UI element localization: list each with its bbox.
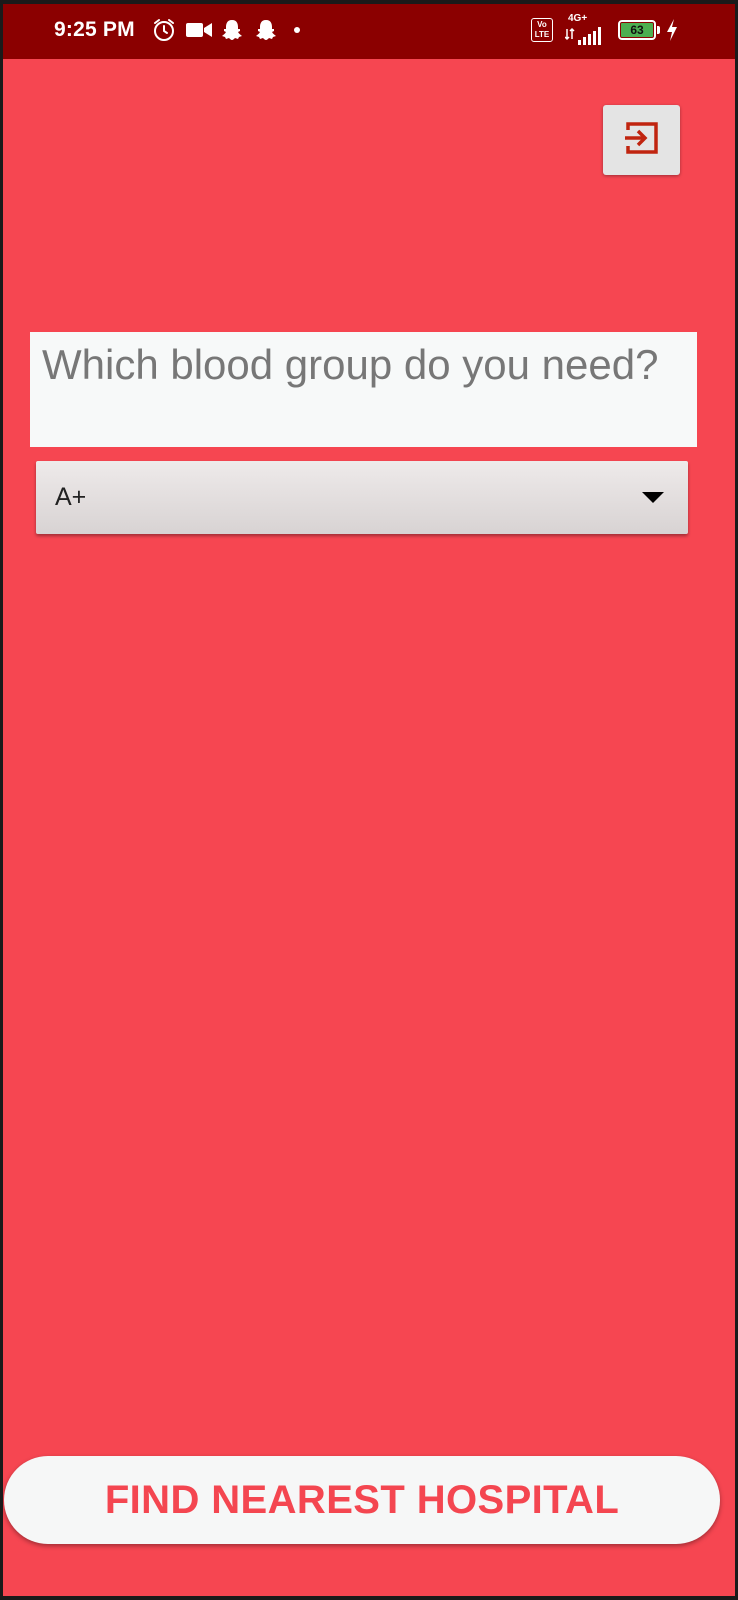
battery-cap (657, 26, 660, 34)
status-time: 9:25 PM (54, 18, 135, 41)
notification-dot-icon (293, 16, 301, 44)
status-bar: 9:25 PM Vo LTE 4G+ 63 (3, 4, 735, 59)
charging-icon (665, 16, 679, 44)
find-nearest-hospital-button[interactable]: FIND NEAREST HOSPITAL (4, 1456, 720, 1544)
snapchat-icon (220, 16, 244, 44)
alarm-icon (151, 16, 177, 44)
app-screen: 9:25 PM Vo LTE 4G+ 63 Which blood group … (3, 4, 735, 1596)
signal-icon (565, 22, 605, 50)
blood-group-dropdown[interactable]: A+ (36, 461, 688, 534)
snapchat-icon (254, 16, 278, 44)
battery-level: 63 (621, 23, 653, 37)
volte-icon: Vo LTE (531, 18, 553, 42)
dropdown-arrow-icon (642, 492, 664, 503)
battery-icon: 63 (618, 20, 656, 40)
blood-group-question: Which blood group do you need? (30, 332, 697, 447)
logout-button[interactable] (603, 105, 680, 175)
logout-icon (623, 120, 661, 160)
blood-group-selected: A+ (55, 483, 87, 511)
video-camera-icon (185, 16, 213, 44)
